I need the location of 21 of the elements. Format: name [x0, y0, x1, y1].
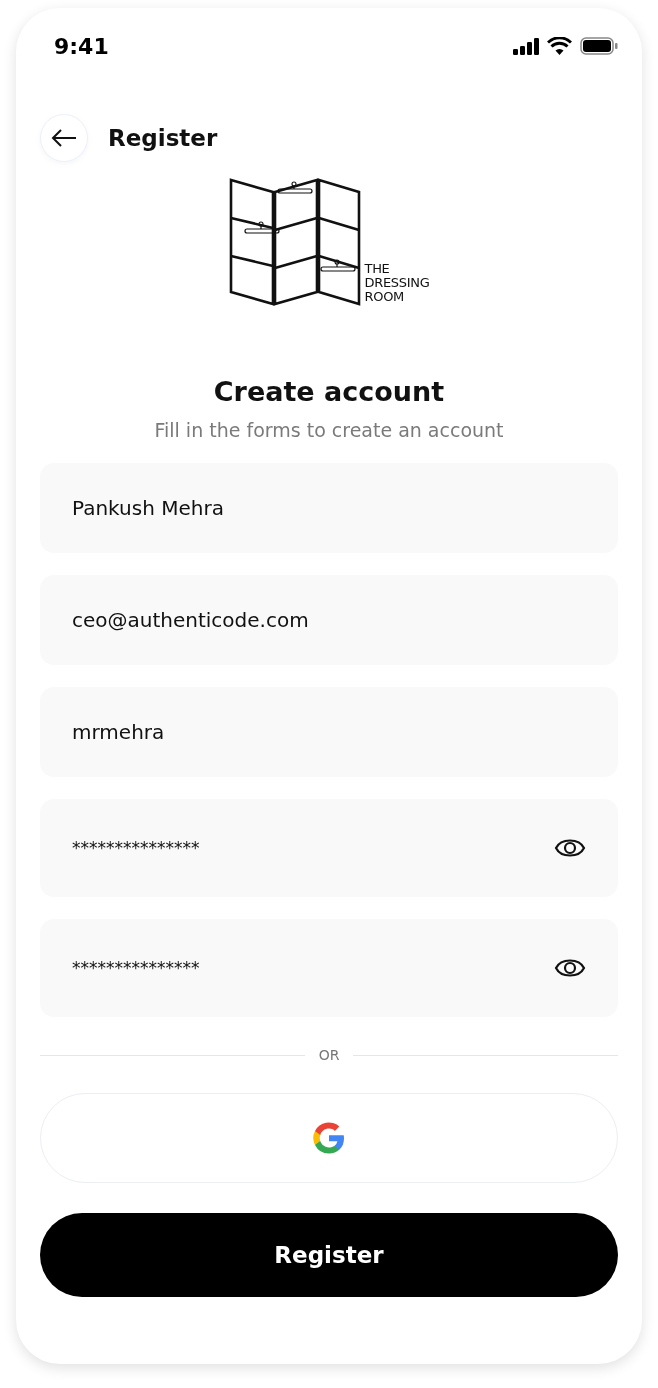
- input-field[interactable]: Pankush Mehra: [40, 463, 618, 553]
- google-g-icon: [311, 1120, 347, 1156]
- back-button[interactable]: [40, 114, 88, 162]
- page-title: Register: [108, 125, 218, 151]
- input-field[interactable]: mrmehra: [40, 687, 618, 777]
- logo-text: ROOM: [364, 290, 405, 304]
- battery-icon: [580, 37, 618, 55]
- heading: Create account: [212, 376, 446, 407]
- logo-text: THE: [364, 262, 391, 276]
- status-time: 9:41: [54, 33, 109, 59]
- logo-text: DRESSING: [364, 276, 430, 290]
- password-field[interactable]: ***************: [40, 919, 618, 1017]
- wardrobe-screen-logo-icon: [228, 178, 363, 306]
- password-field[interactable]: ***************: [40, 799, 618, 897]
- register-button[interactable]: Register: [40, 1213, 618, 1297]
- wifi-icon: [547, 37, 572, 55]
- divider-label: OR: [318, 1047, 340, 1063]
- subtitle: Fill in the forms to create an account: [153, 419, 505, 441]
- input-field[interactable]: ceo@authenticode.com: [40, 575, 618, 665]
- back-arrow-icon: [51, 128, 77, 148]
- signal-icon: [513, 37, 539, 55]
